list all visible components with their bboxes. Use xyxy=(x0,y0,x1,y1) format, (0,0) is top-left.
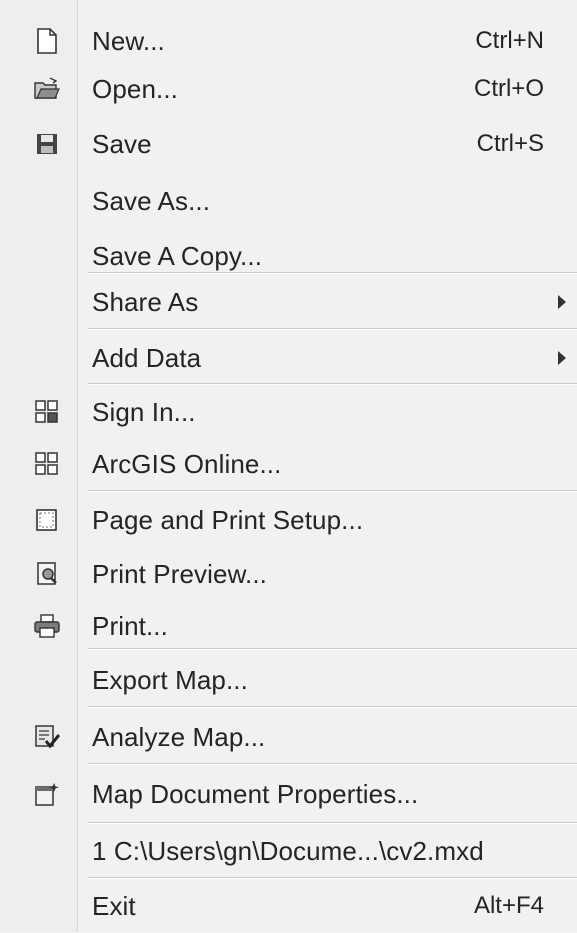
menu-item-sign-in[interactable]: Sign In... xyxy=(0,385,577,439)
menu-separator xyxy=(88,706,577,708)
menu-separator xyxy=(88,763,577,765)
menu-item-label: Page and Print Setup... xyxy=(92,504,364,535)
menu-item-label: Sign In... xyxy=(92,396,196,427)
document-properties-icon xyxy=(34,781,60,807)
menu-item-add-data[interactable]: Add Data xyxy=(0,331,577,385)
menu-item-share-as[interactable]: Share As xyxy=(0,275,577,329)
menu-item-label: ArcGIS Online... xyxy=(92,448,282,479)
menu-item-label: Save As... xyxy=(92,185,211,216)
menu-separator xyxy=(88,272,577,274)
menu-item-label: Share As xyxy=(92,286,199,317)
open-folder-icon xyxy=(34,76,60,102)
shortcut-label: Ctrl+O xyxy=(473,75,544,102)
sign-in-grid-icon xyxy=(34,399,60,425)
file-menu: New... Ctrl+N Open... Ctrl+O Save Ctrl+S… xyxy=(0,0,577,932)
menu-item-label: Save A Copy... xyxy=(92,240,263,271)
menu-separator xyxy=(88,648,577,650)
submenu-arrow-icon xyxy=(558,295,566,309)
menu-item-save-as[interactable]: Save As... xyxy=(0,174,577,228)
menu-item-label: Save xyxy=(92,128,152,159)
new-document-icon xyxy=(34,28,60,54)
menu-item-label: Print Preview... xyxy=(92,558,267,589)
menu-item-open[interactable]: Open... Ctrl+O xyxy=(0,62,577,116)
menu-separator xyxy=(88,490,577,492)
menu-item-label: Open... xyxy=(92,73,178,104)
save-disk-icon xyxy=(34,131,60,157)
menu-item-label: 1 C:\Users\gn\Docume...\cv2.mxd xyxy=(92,835,484,866)
submenu-arrow-icon xyxy=(558,351,566,365)
shortcut-label: Ctrl+S xyxy=(476,130,544,157)
menu-item-label: Export Map... xyxy=(92,664,248,695)
menu-item-label: Print... xyxy=(92,610,168,641)
arcgis-online-grid-icon xyxy=(34,451,60,477)
menu-item-new[interactable]: New... Ctrl+N xyxy=(0,14,577,68)
menu-item-label: Add Data xyxy=(92,342,202,373)
menu-item-print-preview[interactable]: Print Preview... xyxy=(0,547,577,601)
page-setup-icon xyxy=(34,507,60,533)
menu-item-save[interactable]: Save Ctrl+S xyxy=(0,117,577,171)
menu-separator xyxy=(88,328,577,330)
shortcut-label: Alt+F4 xyxy=(473,892,544,919)
menu-item-label: Analyze Map... xyxy=(92,721,266,752)
menu-item-print[interactable]: Print... xyxy=(0,599,577,653)
printer-icon xyxy=(34,613,60,639)
menu-item-map-document-properties[interactable]: Map Document Properties... xyxy=(0,767,577,821)
shortcut-label: Ctrl+N xyxy=(475,27,544,54)
menu-item-label: New... xyxy=(92,25,165,56)
menu-item-label: Map Document Properties... xyxy=(92,778,419,809)
menu-item-recent-file[interactable]: 1 C:\Users\gn\Docume...\cv2.mxd xyxy=(0,824,577,878)
menu-item-label: Exit xyxy=(92,890,136,921)
menu-item-analyze-map[interactable]: Analyze Map... xyxy=(0,710,577,764)
menu-item-arcgis-online[interactable]: ArcGIS Online... xyxy=(0,437,577,491)
menu-item-export-map[interactable]: Export Map... xyxy=(0,653,577,707)
print-preview-icon xyxy=(34,561,60,587)
analyze-map-icon xyxy=(34,724,60,750)
menu-item-exit[interactable]: Exit Alt+F4 xyxy=(0,879,577,933)
menu-item-page-and-print-setup[interactable]: Page and Print Setup... xyxy=(0,493,577,547)
